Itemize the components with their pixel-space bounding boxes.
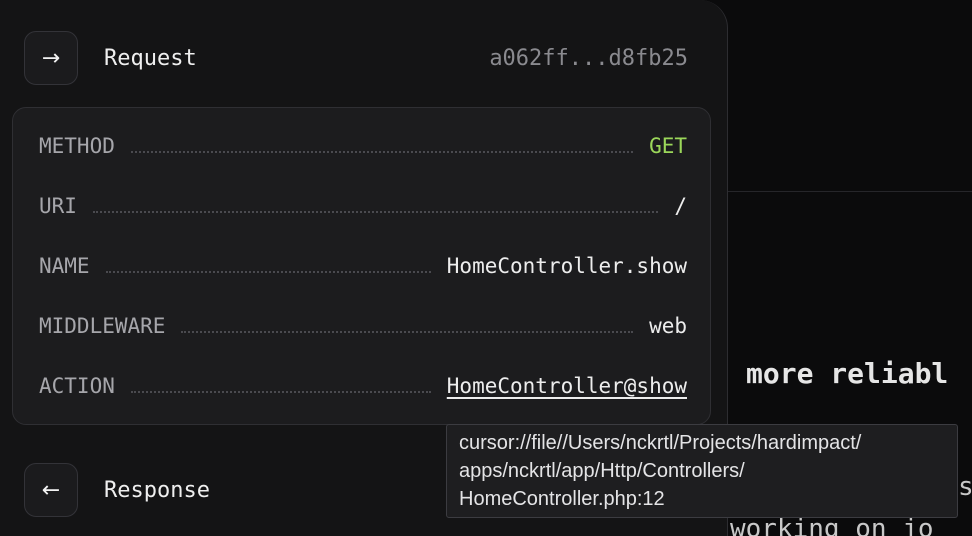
dotted-leader	[181, 331, 634, 333]
route-name-value: HomeController.show	[446, 254, 687, 278]
background-heading: more reliabl	[746, 357, 949, 390]
detail-label: METHOD	[39, 134, 115, 158]
tooltip-line: HomeController.php:12	[459, 488, 665, 510]
method-badge: GET	[649, 134, 687, 158]
detail-row-action: ACTION HomeController@show	[39, 371, 687, 401]
action-link-tooltip: cursor://file//Users/nckrtl/Projects/har…	[446, 424, 958, 518]
detail-label: ACTION	[39, 374, 115, 398]
action-link[interactable]: HomeController@show	[447, 374, 687, 398]
tooltip-line: cursor://file//Users/nckrtl/Projects/har…	[459, 432, 862, 454]
background-text-fragment: s	[958, 472, 972, 502]
response-title: Response	[104, 477, 210, 503]
uri-value: /	[674, 194, 687, 218]
detail-label: URI	[39, 194, 77, 218]
middleware-value: web	[649, 314, 687, 338]
request-details-card: METHOD GET URI / NAME HomeController.sho…	[12, 107, 711, 425]
detail-label: NAME	[39, 254, 90, 278]
detail-row-name: NAME HomeController.show	[39, 251, 687, 281]
arrow-right-icon: →	[41, 45, 61, 71]
dotted-leader	[130, 151, 634, 153]
detail-row-middleware: MIDDLEWARE web	[39, 311, 687, 341]
request-toggle-button[interactable]: →	[24, 31, 78, 85]
request-hash: a062ff...d8fb25	[489, 45, 688, 71]
tooltip-line: apps/nckrtl/app/Http/Controllers/	[459, 460, 745, 482]
detail-label: MIDDLEWARE	[39, 314, 166, 338]
detail-row-method: METHOD GET	[39, 131, 687, 161]
dotted-leader	[130, 391, 431, 393]
request-section-header[interactable]: → Request a062ff...d8fb25	[24, 30, 688, 86]
dotted-leader	[105, 271, 431, 273]
background-divider	[728, 191, 972, 192]
dotted-leader	[92, 211, 659, 213]
detail-row-uri: URI /	[39, 191, 687, 221]
request-title: Request	[104, 45, 197, 71]
response-toggle-button[interactable]: ←	[24, 463, 78, 517]
app-window: more reliabl s working on jo → Request a…	[0, 0, 972, 536]
arrow-left-icon: ←	[41, 477, 61, 503]
